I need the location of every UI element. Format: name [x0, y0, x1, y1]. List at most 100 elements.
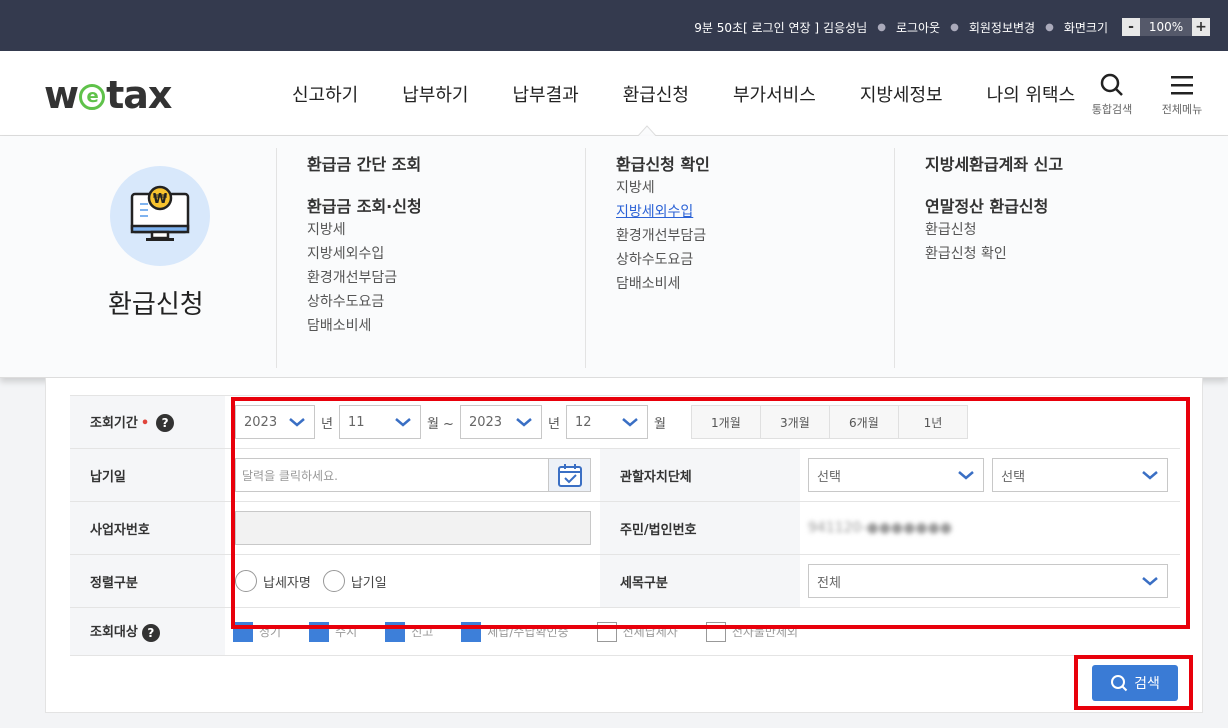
nav-extra-service[interactable]: 부가서비스 — [733, 81, 816, 107]
menu-item-refund-apply-confirm[interactable]: 환급신청 확인 — [925, 242, 1204, 266]
search-panel: 조회기간 •? 2023 년 11 월 ~ 2023 년 12 월 1개월 3개월 6개월 1년 납기일… — [45, 378, 1203, 713]
mega-section-title: 환급신청 — [108, 290, 204, 320]
nav-refund[interactable]: 환급신청 — [623, 81, 689, 107]
calendar-button[interactable] — [548, 459, 590, 491]
menu-item-water-charge[interactable]: 상하수도요금 — [307, 290, 586, 314]
refund-mega-menu: ₩ 환급신청 환급금 간단 조회 환급금 조회·신청 지방세 지방세외수입 환경… — [0, 136, 1228, 378]
to-month-select[interactable]: 12 — [565, 405, 648, 439]
menu-refund-inquiry-apply[interactable]: 환급금 조회·신청 — [307, 196, 586, 218]
menu-item-non-tax-revenue[interactable]: 지방세외수입 — [307, 242, 586, 266]
session-timer: 9분 50초 — [694, 20, 744, 35]
tax-type-select[interactable]: 전체 — [808, 564, 1168, 598]
target-checkbox-exclude[interactable] — [705, 621, 726, 642]
target-label-occasional: 수시 — [335, 625, 358, 639]
to-year-select[interactable]: 2023 — [459, 405, 542, 439]
period-3-month-button[interactable]: 3개월 — [759, 405, 830, 439]
biz-no-row: 사업자번호 주민/법인번호 941120-●●●●●●● — [70, 501, 1180, 555]
to-year-value: 2023 — [468, 414, 503, 430]
jurisdiction-select-2[interactable]: 선택 — [992, 458, 1169, 492]
biz-no-label: 사업자번호 — [70, 501, 225, 555]
resident-no-cell: 941120-●●●●●●● — [800, 501, 1180, 555]
menu-refund-confirm[interactable]: 환급신청 확인 — [616, 154, 895, 176]
integrated-search-button[interactable]: 통합검색 — [1082, 71, 1142, 117]
menu-item-tobacco-tax[interactable]: 담배소비세 — [307, 314, 586, 338]
sort-option-pay-date: 납기일 — [350, 575, 387, 591]
main-header: w e tax 신고하기 납부하기 납부결과 환급신청 부가서비스 지방세정보 나의… — [0, 51, 1228, 136]
jurisdiction-select-1[interactable]: 선택 — [808, 458, 984, 492]
resident-no-label: 주민/법인번호 — [600, 501, 800, 555]
zoom-out-button[interactable]: - — [1122, 18, 1140, 36]
target-cell: 정기 수시 신고 체납/수납확인중 전체납세자 전자불만제외 — [225, 607, 1180, 656]
zoom-control: - 100% + — [1122, 18, 1210, 36]
sort-option-taxpayer: 납세자명 — [263, 575, 311, 591]
target-checkbox-occasional[interactable] — [309, 621, 330, 642]
menu-item-water-charge[interactable]: 상하수도요금 — [616, 248, 895, 272]
biz-no-cell — [225, 501, 600, 555]
chevron-down-icon — [395, 418, 411, 427]
resident-no-value: 941120-●●●●●●● — [808, 520, 953, 536]
zoom-value: 100% — [1140, 18, 1192, 36]
logout-link[interactable]: 로그아웃 — [896, 19, 940, 36]
logo-w: w — [44, 73, 79, 117]
target-label-cell: 조회대상? — [70, 607, 225, 656]
nav-my-wetax[interactable]: 나의 위택스 — [987, 81, 1076, 107]
screen-size-label: 화면크기 — [1063, 20, 1108, 35]
menu-item-refund-apply[interactable]: 환급신청 — [925, 218, 1204, 242]
menu-refund-simple-inquiry[interactable]: 환급금 간단 조회 — [307, 154, 586, 176]
help-icon[interactable]: ? — [156, 414, 175, 433]
unit-month-tilde: 월 ~ — [426, 416, 454, 432]
period-6-month-button[interactable]: 6개월 — [828, 405, 899, 439]
hamburger-icon — [1152, 71, 1212, 99]
pay-date-label: 납기일 — [70, 448, 225, 502]
zoom-in-button[interactable]: + — [1192, 18, 1210, 36]
nav-payment[interactable]: 납부하기 — [402, 81, 468, 107]
help-icon[interactable]: ? — [141, 623, 160, 642]
nav-payment-result[interactable]: 납부결과 — [513, 81, 579, 107]
login-extend-link[interactable]: [ 로그인 연장 ] — [743, 19, 819, 36]
from-month-select[interactable]: 11 — [338, 405, 421, 439]
wetax-logo[interactable]: w e tax — [44, 73, 172, 117]
nav-local-tax-info[interactable]: 지방세정보 — [860, 81, 943, 107]
target-label: 조회대상 — [90, 625, 138, 641]
menu-refund-account-report[interactable]: 지방세환급계좌 신고 — [925, 154, 1204, 176]
menu-item-tobacco-tax[interactable]: 담배소비세 — [616, 272, 895, 296]
target-checkbox-report[interactable] — [385, 621, 406, 642]
search-icon — [1082, 71, 1142, 99]
sort-radio-taxpayer[interactable] — [235, 570, 257, 592]
target-checkbox-all-taxpayer[interactable] — [596, 621, 617, 642]
menu-item-non-tax-revenue-active[interactable]: 지방세외수입 — [616, 200, 895, 224]
calendar-icon — [557, 464, 582, 487]
separator-dot: ● — [1045, 21, 1054, 33]
chevron-down-icon — [516, 418, 532, 427]
from-year-select[interactable]: 2023 — [235, 405, 315, 439]
period-1-year-button[interactable]: 1년 — [897, 405, 968, 439]
search-form-table: 조회기간 •? 2023 년 11 월 ~ 2023 년 12 월 1개월 3개월 6개월 1년 납기일… — [70, 395, 1180, 656]
jurisdiction-label: 관할자치단체 — [600, 448, 800, 502]
tax-type-label: 세목구분 — [600, 554, 800, 608]
edit-member-link[interactable]: 회원정보변경 — [969, 19, 1035, 36]
menu-item-local-tax[interactable]: 지방세 — [616, 176, 895, 200]
target-label-report: 신고 — [411, 625, 434, 639]
tax-type-value: 전체 — [817, 575, 841, 591]
sort-cell: 납세자명 납기일 — [225, 554, 600, 608]
mega-column-2: 환급신청 확인 지방세 지방세외수입 환경개선부담금 상하수도요금 담배소비세 — [585, 148, 895, 368]
menu-item-environment-charge[interactable]: 환경개선부담금 — [307, 266, 586, 290]
period-label: 조회기간 — [90, 415, 138, 431]
target-checkbox-regular[interactable] — [233, 621, 253, 642]
menu-year-end-refund[interactable]: 연말정산 환급신청 — [925, 196, 1204, 218]
sort-radio-pay-date[interactable] — [322, 570, 345, 592]
period-1-month-button[interactable]: 1개월 — [690, 405, 761, 439]
pay-date-input[interactable]: 달력을 클릭하세요. — [235, 458, 591, 492]
chevron-down-icon — [1142, 577, 1158, 586]
menu-item-local-tax[interactable]: 지방세 — [307, 218, 586, 242]
target-checkbox-arrears[interactable] — [461, 621, 482, 642]
from-month-value: 11 — [347, 414, 365, 430]
search-button[interactable]: 검색 — [1092, 665, 1178, 701]
target-label-all-taxpayer: 전체납세자 — [622, 625, 678, 639]
biz-no-input[interactable] — [235, 511, 591, 545]
from-year-value: 2023 — [244, 414, 278, 430]
nav-report[interactable]: 신고하기 — [292, 81, 358, 107]
menu-item-environment-charge[interactable]: 환경개선부담금 — [616, 224, 895, 248]
sort-row: 정렬구분 납세자명 납기일 세목구분 전체 — [70, 554, 1180, 608]
all-menu-button[interactable]: 전체메뉴 — [1152, 71, 1212, 117]
